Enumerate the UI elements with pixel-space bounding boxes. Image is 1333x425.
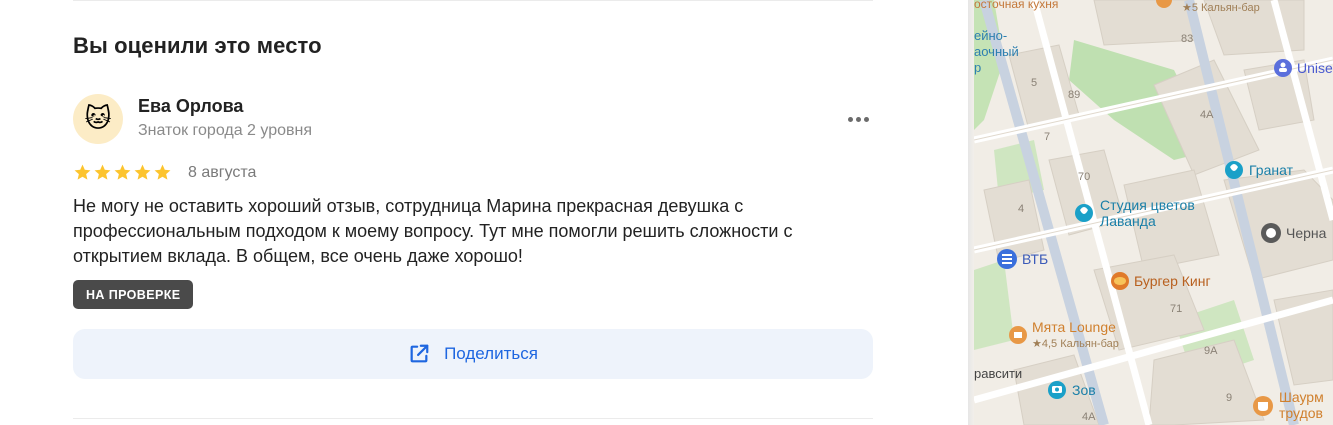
star-rating bbox=[73, 163, 173, 182]
star-icon bbox=[74, 164, 91, 180]
map-label: трудов bbox=[1279, 405, 1323, 421]
more-options-button[interactable] bbox=[842, 108, 874, 130]
map-label: р bbox=[974, 60, 981, 75]
house-number: 89 bbox=[1068, 89, 1080, 101]
review-text: Не могу не оставить хороший отзыв, сотру… bbox=[73, 196, 793, 266]
star-icon bbox=[154, 164, 171, 180]
map-canvas: 83 5 89 4A 7 70 4 71 9A 9 4A осточная ку… bbox=[974, 0, 1333, 425]
map-label: осточная кухня bbox=[974, 0, 1058, 11]
map-label: аочный bbox=[974, 44, 1019, 59]
map[interactable]: 83 5 89 4A 7 70 4 71 9A 9 4A осточная ку… bbox=[974, 0, 1333, 425]
share-label: Поделиться bbox=[444, 344, 538, 363]
map-label: Зов bbox=[1072, 382, 1096, 398]
divider bbox=[73, 418, 873, 419]
author-name[interactable]: Ева Орлова bbox=[138, 96, 243, 117]
house-number: 71 bbox=[1170, 303, 1182, 315]
house-number: 4A bbox=[1200, 109, 1214, 121]
divider bbox=[73, 0, 873, 1]
section-title: Вы оценили это место bbox=[73, 33, 322, 58]
status-badge: НА ПРОВЕРКЕ bbox=[73, 280, 194, 309]
map-label: ★4,5 Кальян-бар bbox=[1032, 338, 1119, 350]
house-number: 5 bbox=[1031, 77, 1037, 89]
share-button[interactable]: Поделиться bbox=[73, 329, 873, 379]
map-label: ВТБ bbox=[1022, 251, 1048, 267]
map-label: равсити bbox=[974, 366, 1022, 381]
review-panel: Вы оценили это место 🐱 Ева Орлова Знаток… bbox=[0, 0, 968, 425]
map-label: Шаурм bbox=[1279, 389, 1324, 405]
map-label: ★5 Кальян-бар bbox=[1182, 2, 1260, 14]
house-number: 9 bbox=[1226, 392, 1232, 404]
map-label: Unise bbox=[1297, 60, 1333, 76]
house-number: 4 bbox=[1018, 203, 1024, 215]
author-level: Знаток города 2 уровня bbox=[138, 122, 313, 139]
review-date: 8 августа bbox=[188, 164, 257, 181]
house-number: 7 bbox=[1044, 131, 1050, 143]
share-icon bbox=[410, 344, 429, 363]
cat-face-icon: 🐱 bbox=[84, 104, 112, 134]
map-label: Мята Lounge bbox=[1032, 319, 1116, 335]
star-icon bbox=[134, 164, 151, 180]
page: Вы оценили это место 🐱 Ева Орлова Знаток… bbox=[0, 0, 1333, 425]
dot-icon bbox=[847, 116, 853, 122]
map-label: Студия цветов bbox=[1100, 197, 1195, 213]
house-number: 70 bbox=[1078, 171, 1090, 183]
map-label: Лаванда bbox=[1100, 213, 1156, 229]
dot-icon bbox=[855, 116, 861, 122]
map-label: Черна bbox=[1286, 225, 1327, 241]
star-icon bbox=[114, 164, 131, 180]
house-number: 4A bbox=[1082, 411, 1096, 423]
house-number: 9A bbox=[1204, 345, 1218, 357]
map-label: ейно- bbox=[974, 28, 1007, 43]
map-label: Бургер Кинг bbox=[1134, 273, 1211, 289]
star-icon bbox=[94, 164, 111, 180]
house-number: 83 bbox=[1181, 33, 1193, 45]
map-label: Гранат bbox=[1249, 162, 1294, 178]
avatar[interactable]: 🐱 bbox=[73, 94, 123, 144]
dot-icon bbox=[863, 116, 869, 122]
